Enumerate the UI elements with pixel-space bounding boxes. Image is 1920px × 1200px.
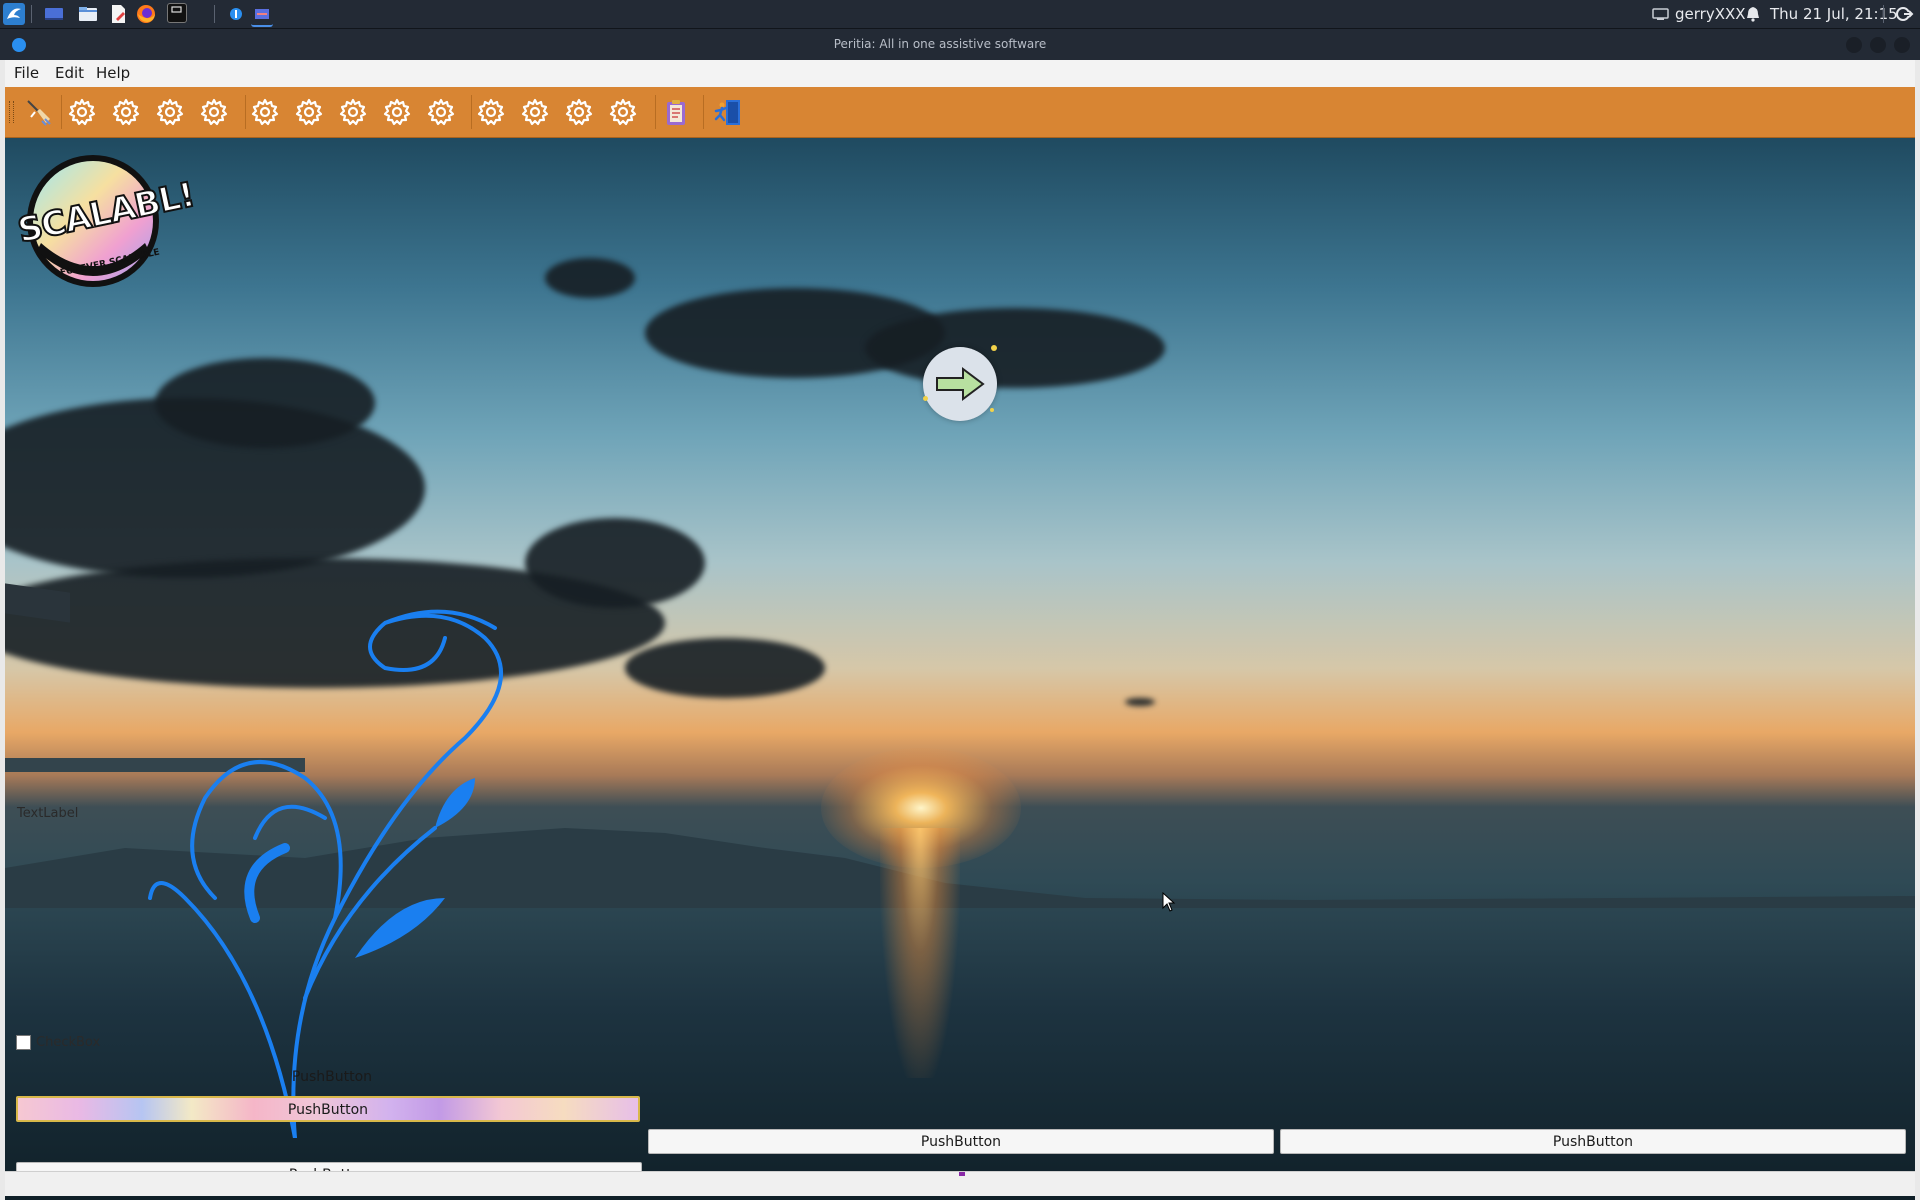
central-widget: SCALABL! FOREVER SCALABLE TextLabel Chec… (5, 138, 1915, 1200)
dark-cloud (545, 258, 635, 298)
status-indicator (959, 1172, 965, 1176)
checkbox-box[interactable] (16, 1034, 31, 1050)
exit-door-icon[interactable] (713, 97, 743, 127)
toolbar-separator (655, 95, 656, 129)
dark-cloud (155, 358, 375, 448)
taskbar-separator (1883, 5, 1884, 23)
right-push-button[interactable]: PushButton (1280, 1129, 1906, 1154)
taskbar-separator (31, 5, 32, 23)
gear-icon[interactable] (426, 97, 456, 127)
text-editor-icon[interactable] (107, 3, 129, 25)
application-window: Peritia: All in one assistive software F… (0, 29, 1920, 1200)
gear-icon[interactable] (564, 97, 594, 127)
gear-icon[interactable] (199, 97, 229, 127)
text-label: TextLabel (17, 806, 79, 821)
flat-push-button[interactable]: PushButton (17, 1066, 647, 1088)
mouse-cursor-icon (1162, 892, 1176, 912)
blue-swirl-ornament (148, 609, 503, 1138)
toolbar-separator (245, 95, 246, 129)
toolbar-separator (61, 95, 62, 129)
middle-push-button[interactable]: PushButton (648, 1129, 1274, 1154)
app-launcher-icon[interactable] (3, 3, 25, 25)
status-bar (5, 1171, 1915, 1196)
notification-bell-icon[interactable] (1742, 3, 1764, 25)
tray-clock[interactable]: Thu 21 Jul, 21:15 (1770, 0, 1898, 28)
gear-icon[interactable] (608, 97, 638, 127)
desktop-icon[interactable] (43, 3, 65, 25)
window-close-button[interactable] (1894, 37, 1910, 53)
system-taskbar: gerryXXX Thu 21 Jul, 21:15 (0, 0, 1920, 29)
clipboard-icon[interactable] (661, 97, 691, 127)
gear-icon[interactable] (250, 97, 280, 127)
toolbar-separator (703, 95, 704, 129)
dark-cloud (1125, 698, 1155, 706)
gear-icon[interactable] (382, 97, 412, 127)
window-maximize-button[interactable] (1870, 37, 1886, 53)
terminal-icon[interactable] (167, 3, 187, 23)
menu-file[interactable]: File (14, 60, 39, 87)
sun-reflection (880, 828, 960, 1078)
broom-icon[interactable] (24, 97, 54, 127)
gear-icon[interactable] (67, 97, 97, 127)
gear-icon[interactable] (476, 97, 506, 127)
dark-cloud (625, 638, 825, 698)
next-arrow-button[interactable] (923, 347, 997, 421)
checkbox-label[interactable]: CheckBox (36, 1035, 100, 1050)
sparkle-dot (923, 396, 928, 401)
sparkle-dot (990, 408, 994, 412)
gear-icon[interactable] (155, 97, 185, 127)
window-minimize-button[interactable] (1846, 37, 1862, 53)
toolbar-handle[interactable] (9, 101, 14, 123)
peritia-taskbar-icon[interactable] (225, 3, 247, 25)
menubar: File Edit Help (5, 60, 1915, 88)
gear-icon[interactable] (338, 97, 368, 127)
menu-help[interactable]: Help (96, 60, 130, 87)
active-window-taskbar-icon[interactable] (251, 3, 273, 27)
rainbow-push-button[interactable]: PushButton (16, 1096, 640, 1122)
gear-icon[interactable] (111, 97, 141, 127)
logout-icon[interactable] (1892, 3, 1914, 25)
file-manager-icon[interactable] (77, 3, 99, 25)
toolbar-separator (471, 95, 472, 129)
firefox-icon[interactable] (135, 3, 157, 25)
sparkle-dot (991, 345, 997, 351)
main-toolbar (5, 87, 1915, 138)
checkbox[interactable]: CheckBox (16, 1034, 100, 1050)
taskbar-separator (214, 5, 215, 23)
gear-icon[interactable] (520, 97, 550, 127)
network-tray-icon[interactable] (1650, 3, 1672, 25)
gear-icon[interactable] (294, 97, 324, 127)
dark-cloud (525, 518, 705, 608)
arrow-right-icon (936, 367, 985, 401)
window-titlebar[interactable]: Peritia: All in one assistive software (0, 29, 1920, 60)
menu-edit[interactable]: Edit (55, 60, 84, 87)
dark-cloud (865, 308, 1165, 388)
window-title: Peritia: All in one assistive software (833, 37, 1047, 51)
tray-username[interactable]: gerryXXX (1675, 0, 1746, 28)
